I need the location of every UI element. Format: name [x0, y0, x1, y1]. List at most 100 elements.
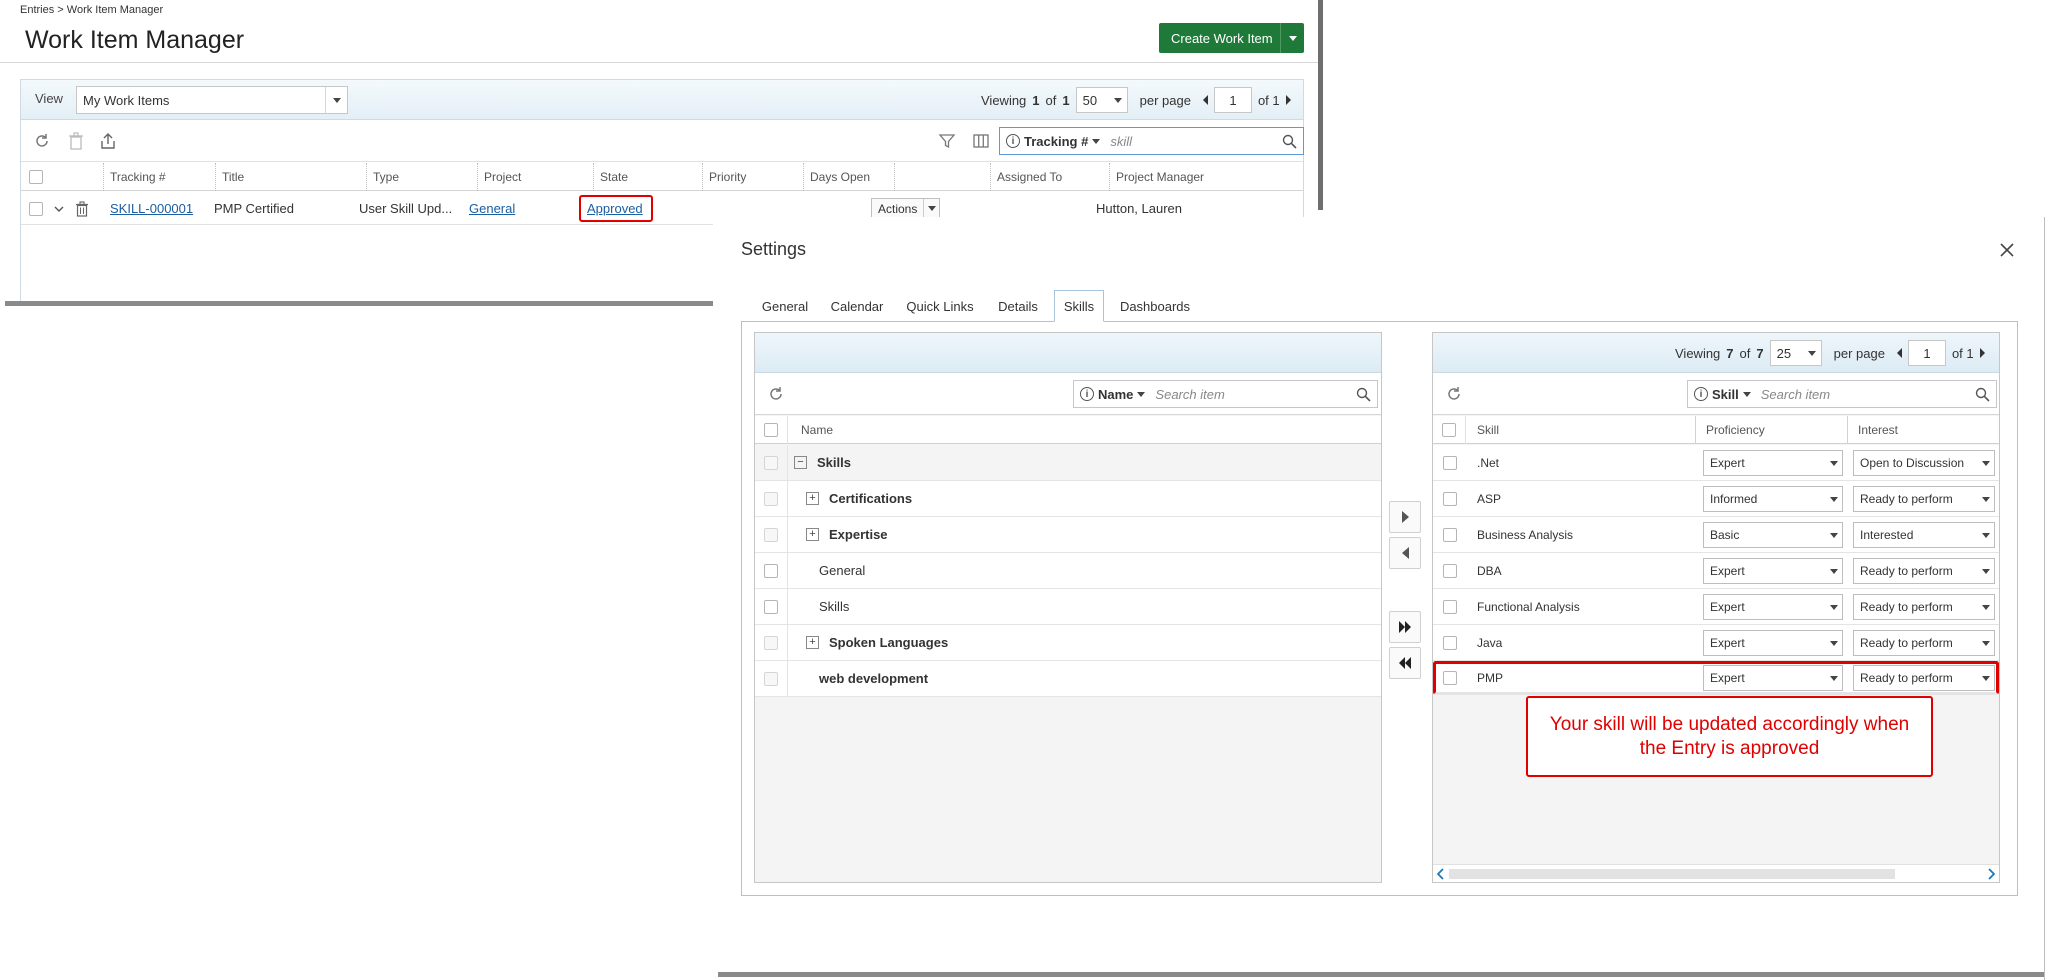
tree-item[interactable]: + Spoken Languages — [755, 625, 1381, 661]
column-header-days-open[interactable]: Days Open — [803, 163, 893, 191]
refresh-icon[interactable] — [31, 130, 53, 152]
scroll-left-icon[interactable] — [1437, 868, 1445, 880]
tab-details[interactable]: Details — [987, 290, 1049, 322]
tab-general[interactable]: General — [753, 290, 817, 322]
interest-select[interactable]: Open to Discussion — [1853, 450, 1995, 476]
refresh-icon[interactable] — [1443, 383, 1465, 405]
search-placeholder[interactable]: Search item — [1751, 387, 1975, 402]
row-checkbox[interactable] — [764, 491, 778, 506]
table-row[interactable]: Business Analysis Basic Interested — [1433, 517, 1999, 553]
chevron-down-icon[interactable] — [1978, 487, 1994, 511]
search-field-select[interactable]: i Name — [1074, 387, 1146, 402]
horizontal-scrollbar[interactable] — [1433, 864, 1999, 882]
chevron-down-icon[interactable] — [1803, 341, 1821, 365]
search-field-select[interactable]: i Skill — [1688, 387, 1751, 402]
table-row[interactable]: DBA Expert Ready to perform — [1433, 553, 1999, 589]
per-page-select[interactable]: 25 — [1769, 340, 1822, 366]
row-checkbox[interactable] — [29, 201, 43, 216]
proficiency-select[interactable]: Expert — [1703, 630, 1843, 656]
tree-item[interactable]: + Certifications — [755, 481, 1381, 517]
chevron-down-icon[interactable] — [1978, 451, 1994, 475]
column-header-priority[interactable]: Priority — [702, 163, 802, 191]
expand-icon[interactable]: + — [806, 492, 819, 505]
select-all-checkbox[interactable] — [764, 423, 778, 437]
chevron-down-icon[interactable] — [1826, 631, 1842, 655]
chevron-down-icon[interactable] — [923, 198, 939, 219]
table-row-highlighted[interactable]: PMP Expert Ready to perform — [1433, 661, 1999, 695]
row-checkbox[interactable] — [1443, 671, 1457, 685]
chevron-down-icon[interactable] — [1978, 523, 1994, 547]
interest-select[interactable]: Ready to perform — [1853, 558, 1995, 584]
column-header-proficiency[interactable]: Proficiency — [1695, 416, 1847, 444]
columns-icon[interactable] — [970, 130, 992, 152]
expand-icon[interactable]: + — [806, 636, 819, 649]
chevron-down-icon[interactable] — [1826, 666, 1842, 690]
page-number-input[interactable]: 1 — [1907, 340, 1946, 366]
row-checkbox[interactable] — [764, 527, 778, 542]
tree-item[interactable]: + Expertise — [755, 517, 1381, 553]
proficiency-select[interactable]: Basic — [1703, 522, 1843, 548]
row-checkbox[interactable] — [1443, 600, 1457, 614]
row-checkbox[interactable] — [1443, 636, 1457, 650]
table-row[interactable]: .Net Expert Open to Discussion — [1433, 445, 1999, 481]
tab-calendar[interactable]: Calendar — [821, 290, 893, 322]
tracking-link[interactable]: SKILL-000001 — [110, 192, 193, 225]
move-all-left-button[interactable] — [1389, 647, 1421, 679]
column-header-tracking[interactable]: Tracking # — [103, 163, 215, 191]
proficiency-select[interactable]: Informed — [1703, 486, 1843, 512]
search-icon[interactable] — [1975, 387, 1996, 402]
scrollbar-thumb[interactable] — [1449, 869, 1895, 879]
tab-skills[interactable]: Skills — [1054, 290, 1104, 322]
column-header-title[interactable]: Title — [215, 163, 365, 191]
chevron-down-icon[interactable] — [1978, 595, 1994, 619]
right-search-input[interactable]: i Skill Search item — [1687, 380, 1997, 408]
search-icon[interactable] — [1282, 134, 1303, 149]
breadcrumb[interactable]: Entries > Work Item Manager — [20, 4, 163, 16]
tab-dashboards[interactable]: Dashboards — [1109, 290, 1201, 322]
state-approved-link[interactable]: Approved — [579, 195, 653, 222]
chevron-down-icon[interactable] — [1826, 595, 1842, 619]
close-icon[interactable] — [1998, 241, 2016, 259]
table-row[interactable]: Java Expert Ready to perform — [1433, 625, 1999, 661]
delete-icon[interactable] — [65, 130, 87, 152]
move-right-button[interactable] — [1389, 501, 1421, 533]
proficiency-select[interactable]: Expert — [1703, 594, 1843, 620]
proficiency-select[interactable]: Expert — [1703, 558, 1843, 584]
row-checkbox[interactable] — [764, 455, 778, 470]
column-header-project-manager[interactable]: Project Manager — [1109, 163, 1304, 191]
move-all-right-button[interactable] — [1389, 611, 1421, 643]
tree-item[interactable]: − Skills — [755, 445, 1381, 481]
column-header-state[interactable]: State — [593, 163, 701, 191]
chevron-down-icon[interactable] — [1826, 559, 1842, 583]
select-all-checkbox[interactable] — [1442, 423, 1456, 437]
select-all-checkbox[interactable] — [29, 170, 43, 184]
column-header-project[interactable]: Project — [477, 163, 592, 191]
chevron-down-icon[interactable] — [325, 87, 347, 113]
search-input[interactable]: i Tracking # skill — [999, 127, 1304, 155]
row-checkbox[interactable] — [764, 563, 778, 578]
column-header-skill[interactable]: Skill — [1467, 416, 1727, 444]
interest-select[interactable]: Ready to perform — [1853, 665, 1995, 691]
filter-icon[interactable] — [936, 130, 958, 152]
project-link[interactable]: General — [469, 192, 515, 225]
create-work-item-button[interactable]: Create Work Item — [1159, 23, 1304, 53]
chevron-down-icon[interactable] — [1109, 88, 1127, 112]
row-checkbox[interactable] — [1443, 492, 1457, 506]
chevron-down-icon[interactable] — [1978, 559, 1994, 583]
row-checkbox[interactable] — [1443, 564, 1457, 578]
row-checkbox[interactable] — [764, 599, 778, 614]
row-checkbox[interactable] — [1443, 456, 1457, 470]
search-placeholder[interactable]: Search item — [1145, 387, 1356, 402]
left-search-input[interactable]: i Name Search item — [1073, 380, 1378, 408]
delete-row-icon[interactable] — [75, 192, 89, 225]
per-page-select[interactable]: 50 — [1075, 87, 1128, 113]
expand-icon[interactable]: + — [806, 528, 819, 541]
column-header-assigned-to[interactable]: Assigned To — [990, 163, 1108, 191]
chevron-down-icon[interactable] — [1826, 523, 1842, 547]
collapse-icon[interactable]: − — [794, 456, 807, 469]
column-header-interest[interactable]: Interest — [1847, 416, 2001, 444]
search-icon[interactable] — [1356, 387, 1377, 402]
column-header-type[interactable]: Type — [366, 163, 476, 191]
prev-page-icon[interactable] — [1896, 348, 1902, 358]
export-icon[interactable] — [97, 130, 119, 152]
